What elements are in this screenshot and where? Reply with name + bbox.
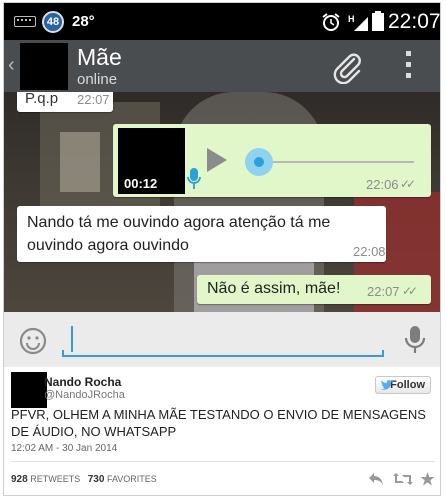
screenshot-frame: 48 28° H 22:07 ‹ Mãe online P.q.p 22:07 … <box>3 2 441 496</box>
message-composer <box>4 312 440 367</box>
overflow-menu-icon[interactable] <box>402 51 414 81</box>
message-bubble-outgoing[interactable]: Não é assim, mãe! 22:07 ✓✓ <box>197 275 431 304</box>
read-ticks-icon: ✓✓ <box>402 284 418 298</box>
tweet-text: PFVR, OLHEM A MINHA MÃE TESTANDO O ENVIO… <box>11 407 426 439</box>
signal-icon: H <box>348 14 368 31</box>
follow-label: Follow <box>390 379 425 391</box>
contact-avatar[interactable] <box>20 43 68 90</box>
text-cursor <box>71 326 73 352</box>
notification-badge: 48 <box>42 11 64 33</box>
retweets-count[interactable]: 928 <box>11 474 28 485</box>
status-clock: 22:07 <box>388 10 441 33</box>
retweet-icon[interactable] <box>393 472 413 486</box>
alarm-icon <box>322 13 340 31</box>
play-icon[interactable] <box>205 146 229 174</box>
favorites-label[interactable]: FAVORITES <box>107 474 157 484</box>
chat-header: ‹ Mãe online <box>4 40 440 92</box>
message-time: 22:06 <box>366 177 399 192</box>
tweet-card: Nando Rocha @NandoJRocha Follow PFVR, OL… <box>4 367 440 495</box>
audio-seek-knob[interactable] <box>245 148 273 176</box>
temperature-label: 28° <box>72 13 95 30</box>
attach-paperclip-icon[interactable] <box>330 50 364 84</box>
message-time: 22:08 <box>353 244 386 259</box>
status-bar: 48 28° H 22:07 <box>4 3 441 40</box>
reply-icon[interactable] <box>368 472 384 486</box>
wallpaper-window <box>60 132 100 192</box>
keyboard-icon <box>14 16 36 27</box>
message-text: Não é assim, mãe! <box>207 280 341 297</box>
favorite-star-icon[interactable] <box>420 472 435 486</box>
microphone-icon[interactable] <box>404 326 426 354</box>
favorites-count[interactable]: 730 <box>88 474 105 485</box>
follow-button[interactable]: Follow <box>375 376 431 394</box>
message-time: 22:07 <box>77 92 110 107</box>
tweet-author-handle[interactable]: @NandoJRocha <box>44 389 125 401</box>
twitter-bird-icon <box>381 380 393 390</box>
network-type: H <box>348 14 355 24</box>
voice-note-mic-icon <box>187 168 201 189</box>
tweet-stats: 928 RETWEETS 730 FAVORITES <box>11 474 157 485</box>
message-input-field[interactable] <box>62 350 384 357</box>
audio-message-bubble[interactable]: 00:12 22:06 ✓✓ <box>113 124 431 197</box>
message-bubble-incoming[interactable]: Nando tá me ouvindo agora atenção tá me … <box>17 206 386 262</box>
chat-area[interactable]: P.q.p 22:07 00:12 22:06 ✓✓ Nando tá me o… <box>4 92 440 312</box>
emoji-icon[interactable] <box>18 326 48 356</box>
message-text: P.q.p <box>25 92 59 107</box>
battery-icon <box>372 11 384 31</box>
message-bubble-incoming[interactable]: P.q.p 22:07 <box>17 92 113 112</box>
tweet-author-name[interactable]: Nando Rocha <box>44 375 121 389</box>
tweet-divider <box>11 461 435 462</box>
audio-duration: 00:12 <box>124 176 158 191</box>
read-ticks-icon: ✓✓ <box>400 177 416 191</box>
contact-name[interactable]: Mãe <box>77 44 122 71</box>
tweet-timestamp[interactable]: 12:02 AM - 30 Jan 2014 <box>11 443 117 454</box>
message-time: 22:07 <box>367 284 400 299</box>
message-text: Nando tá me ouvindo agora atenção tá me … <box>27 214 331 254</box>
contact-status: online <box>77 71 118 88</box>
audio-seek-track[interactable] <box>253 161 414 163</box>
retweets-label[interactable]: RETWEETS <box>30 474 80 484</box>
tweet-author-avatar[interactable] <box>11 372 47 408</box>
back-chevron-icon[interactable]: ‹ <box>8 54 15 77</box>
